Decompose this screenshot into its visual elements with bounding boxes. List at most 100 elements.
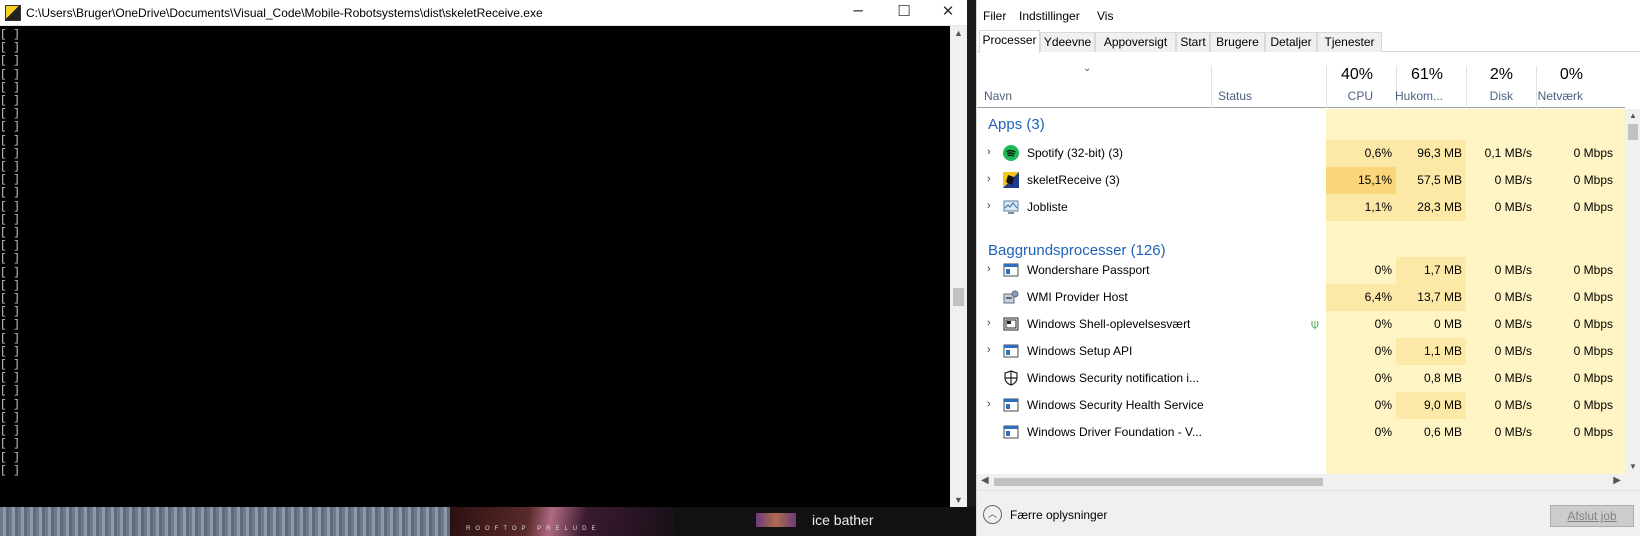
process-network-value: 0 Mbps [1573, 173, 1613, 187]
group-header-apps[interactable]: Apps (3) [977, 109, 1625, 136]
process-row[interactable]: › Spotify (32-bit) (3) 0,6% 96,3 MB 0,1 MB/s… [977, 140, 1625, 167]
column-divider[interactable] [1466, 66, 1467, 108]
process-name: Windows Shell-oplevelsesvært [1027, 317, 1191, 331]
close-button[interactable]: ✕ [925, 0, 971, 24]
cpu-total-percent[interactable]: 40% [1341, 66, 1373, 84]
expand-chevron-icon[interactable]: › [987, 344, 991, 356]
scroll-right-arrow-icon[interactable]: ▶ [1613, 475, 1621, 486]
column-disk[interactable]: Disk [1490, 89, 1513, 103]
process-disk-value: 0 MB/s [1494, 290, 1532, 304]
expand-chevron-icon[interactable]: › [987, 263, 991, 275]
tab-details[interactable]: Detaljer [1265, 32, 1317, 52]
process-cpu-value: 6,4% [1364, 290, 1392, 304]
sort-chevron-icon[interactable]: ⌄ [1083, 63, 1091, 74]
process-memory-value: 9,0 MB [1423, 398, 1462, 412]
expand-chevron-icon[interactable]: › [987, 146, 991, 158]
process-name: skeletReceive (3) [1027, 173, 1120, 187]
process-row[interactable]: › Jobliste 1,1% 28,3 MB 0 MB/s 0 Mbps [977, 194, 1625, 221]
process-cpu-value: 15,1% [1357, 173, 1392, 187]
expand-chevron-icon[interactable]: › [987, 398, 991, 410]
column-memory[interactable]: Hukom... [1395, 89, 1443, 103]
process-cpu-value: 0% [1374, 371, 1392, 385]
task-manager-window: Filer Indstillinger Vis Processer Ydeevn… [976, 0, 1640, 536]
column-divider[interactable] [1326, 66, 1327, 108]
hscrollbar-thumb[interactable] [994, 478, 1323, 486]
process-name: Windows Driver Foundation - V... [1027, 425, 1202, 439]
disk-total-percent[interactable]: 2% [1490, 66, 1513, 84]
process-row[interactable]: › skeletReceive (3) 15,1% 57,5 MB 0 MB/s 0 Mb… [977, 167, 1625, 194]
now-playing-title[interactable]: ice bather [812, 512, 873, 528]
scroll-up-arrow-icon[interactable]: ▲ [1625, 109, 1640, 123]
process-disk-value: 0 MB/s [1494, 371, 1532, 385]
scrollbar-corner [1625, 474, 1640, 490]
efficiency-leaf-icon: ⍦ [1311, 316, 1319, 331]
process-disk-value: 0 MB/s [1494, 173, 1532, 187]
spotify-icon [1003, 145, 1019, 161]
minimize-button[interactable]: ─ [835, 0, 881, 24]
process-disk-value: 0 MB/s [1494, 317, 1532, 331]
console-titlebar[interactable]: C:\Users\Bruger\OneDrive\Documents\Visua… [0, 0, 967, 26]
column-network[interactable]: Netværk [1538, 89, 1583, 103]
column-status[interactable]: Status [1218, 89, 1252, 103]
process-row[interactable]: Windows Driver Foundation - V... 0% 0,6 MB… [977, 419, 1625, 446]
process-memory-value: 96,3 MB [1417, 146, 1462, 160]
scroll-down-arrow-icon[interactable]: ▼ [1625, 460, 1640, 474]
scrollbar-thumb[interactable] [1628, 124, 1638, 140]
expand-chevron-icon[interactable]: › [987, 317, 991, 329]
process-cpu-value: 0% [1374, 263, 1392, 277]
tab-processes[interactable]: Processer [979, 30, 1040, 53]
process-network-value: 0 Mbps [1573, 290, 1613, 304]
footer-bar: ︿ Færre oplysninger Afslut job [977, 490, 1640, 536]
column-name[interactable]: Navn [984, 89, 1012, 103]
process-row[interactable]: › Windows Security Health Service 0% 9,0 MB… [977, 392, 1625, 419]
tab-services[interactable]: Tjenester [1317, 32, 1382, 52]
menu-view[interactable]: Vis [1097, 9, 1113, 23]
process-memory-value: 0 MB [1433, 317, 1462, 331]
process-cpu-value: 0% [1374, 344, 1392, 358]
process-name: Spotify (32-bit) (3) [1027, 146, 1124, 160]
tab-app-history[interactable]: Appoversigt [1095, 32, 1176, 52]
scrollbar-thumb[interactable] [953, 288, 964, 306]
process-list: Apps (3) Baggrundsprocesser (126) › Spoti… [977, 109, 1625, 474]
expand-chevron-icon[interactable]: › [987, 173, 991, 185]
process-name: Windows Security notification i... [1027, 371, 1200, 385]
track-thumbnail[interactable] [756, 513, 796, 527]
column-divider[interactable] [1211, 66, 1212, 108]
network-total-percent[interactable]: 0% [1560, 66, 1583, 84]
process-disk-value: 0 MB/s [1494, 425, 1532, 439]
process-row[interactable]: Windows Security notification i... 0% 0,8 … [977, 365, 1625, 392]
group-title-apps: Apps (3) [988, 116, 1045, 133]
process-row[interactable]: › Windows Setup API 0% 1,1 MB 0 MB/s 0 Mbps [977, 338, 1625, 365]
process-list-vscrollbar[interactable]: ▲ ▼ [1625, 109, 1640, 474]
scroll-up-arrow-icon[interactable]: ▲ [950, 26, 967, 40]
process-row[interactable]: WMI Provider Host 6,4% 13,7 MB 0 MB/s 0 Mbps [977, 284, 1625, 311]
scroll-left-arrow-icon[interactable]: ◀ [981, 475, 989, 486]
process-network-value: 0 Mbps [1573, 200, 1613, 214]
chevron-up-circle-icon[interactable]: ︿ [983, 505, 1002, 524]
fewer-details-link[interactable]: Færre oplysninger [1010, 508, 1107, 522]
tab-users[interactable]: Brugere [1210, 32, 1265, 52]
console-title: C:\Users\Bruger\OneDrive\Documents\Visua… [26, 6, 543, 20]
tab-performance[interactable]: Ydeevne [1040, 32, 1095, 52]
process-list-hscrollbar[interactable]: ◀ ▶ [977, 474, 1625, 490]
column-cpu[interactable]: CPU [1348, 89, 1373, 103]
wallpaper-image [0, 507, 450, 536]
group-header-background[interactable]: Baggrundsprocesser (126) [977, 227, 1625, 259]
process-row[interactable]: › Wondershare Passport 0% 1,7 MB 0 MB/s 0 Mbp… [977, 257, 1625, 284]
end-task-button[interactable]: Afslut job [1550, 505, 1634, 527]
column-header: ⌄ Navn Status 40% CPU 61% Hukom... 2% Di… [977, 52, 1625, 108]
menu-settings[interactable]: Indstillinger [1019, 9, 1080, 23]
scroll-down-arrow-icon[interactable]: ▼ [950, 493, 967, 507]
maximize-button[interactable]: ☐ [881, 0, 927, 24]
tab-startup[interactable]: Start [1176, 32, 1210, 52]
process-memory-value: 28,3 MB [1417, 200, 1462, 214]
memory-total-percent[interactable]: 61% [1411, 66, 1443, 84]
process-name: WMI Provider Host [1027, 290, 1128, 304]
console-scrollbar[interactable]: ▲ ▼ [950, 26, 967, 507]
process-name: Windows Security Health Service [1027, 398, 1204, 412]
process-row[interactable]: › Windows Shell-oplevelsesvært ⍦ 0% 0 MB 0 MB… [977, 311, 1625, 338]
expand-chevron-icon[interactable]: › [987, 200, 991, 212]
window-icon [1003, 424, 1019, 440]
menu-file[interactable]: Filer [983, 9, 1006, 23]
process-memory-value: 0,6 MB [1423, 425, 1462, 439]
